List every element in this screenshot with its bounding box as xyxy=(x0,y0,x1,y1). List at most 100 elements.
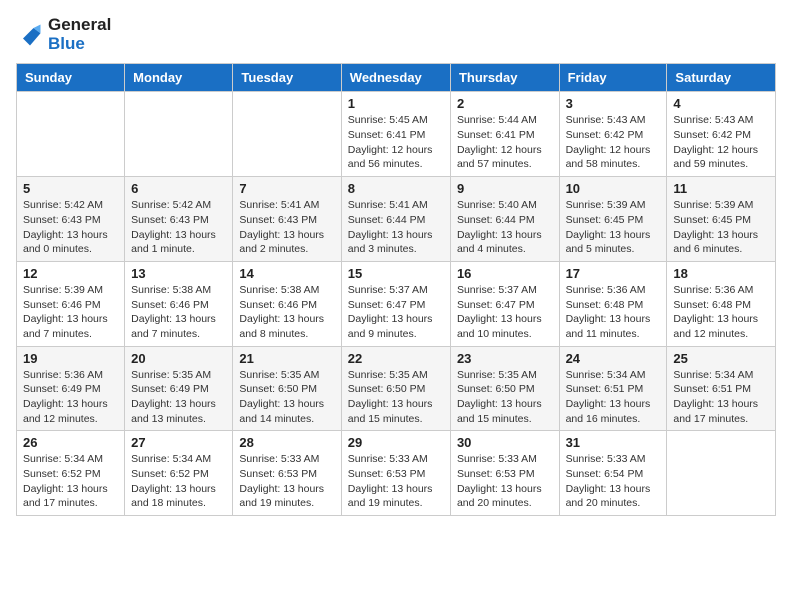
column-header-sunday: Sunday xyxy=(17,64,125,92)
day-info: Sunrise: 5:39 AM Sunset: 6:45 PM Dayligh… xyxy=(566,198,661,257)
calendar-week-row: 19 Sunrise: 5:36 AM Sunset: 6:49 PM Dayli… xyxy=(17,346,776,431)
calendar-week-row: 26 Sunrise: 5:34 AM Sunset: 6:52 PM Dayli… xyxy=(17,431,776,516)
day-number: 26 xyxy=(23,435,118,450)
calendar-header-row: SundayMondayTuesdayWednesdayThursdayFrid… xyxy=(17,64,776,92)
day-info: Sunrise: 5:42 AM Sunset: 6:43 PM Dayligh… xyxy=(23,198,118,257)
calendar-cell: 22 Sunrise: 5:35 AM Sunset: 6:50 PM Dayli… xyxy=(341,346,450,431)
calendar-cell: 3 Sunrise: 5:43 AM Sunset: 6:42 PM Daylig… xyxy=(559,92,667,177)
day-info: Sunrise: 5:42 AM Sunset: 6:43 PM Dayligh… xyxy=(131,198,226,257)
day-info: Sunrise: 5:33 AM Sunset: 6:54 PM Dayligh… xyxy=(566,452,661,511)
day-info: Sunrise: 5:37 AM Sunset: 6:47 PM Dayligh… xyxy=(348,283,444,342)
day-info: Sunrise: 5:33 AM Sunset: 6:53 PM Dayligh… xyxy=(457,452,553,511)
day-number: 20 xyxy=(131,351,226,366)
calendar-cell: 28 Sunrise: 5:33 AM Sunset: 6:53 PM Dayli… xyxy=(233,431,341,516)
day-info: Sunrise: 5:34 AM Sunset: 6:51 PM Dayligh… xyxy=(566,368,661,427)
day-number: 12 xyxy=(23,266,118,281)
calendar-cell: 21Sunrise: 5:35 AM Sunset: 6:50 PM Dayli… xyxy=(233,346,341,431)
calendar-week-row: 12 Sunrise: 5:39 AM Sunset: 6:46 PM Dayli… xyxy=(17,261,776,346)
day-info: Sunrise: 5:43 AM Sunset: 6:42 PM Dayligh… xyxy=(673,113,769,172)
calendar-cell xyxy=(17,92,125,177)
day-number: 25 xyxy=(673,351,769,366)
day-number: 28 xyxy=(239,435,334,450)
day-info: Sunrise: 5:36 AM Sunset: 6:48 PM Dayligh… xyxy=(673,283,769,342)
calendar-cell xyxy=(233,92,341,177)
calendar-cell: 18Sunrise: 5:36 AM Sunset: 6:48 PM Dayli… xyxy=(667,261,776,346)
calendar-week-row: 1 Sunrise: 5:45 AM Sunset: 6:41 PM Daylig… xyxy=(17,92,776,177)
day-info: Sunrise: 5:36 AM Sunset: 6:49 PM Dayligh… xyxy=(23,368,118,427)
calendar-cell: 7 Sunrise: 5:41 AM Sunset: 6:43 PM Daylig… xyxy=(233,177,341,262)
calendar-cell: 29 Sunrise: 5:33 AM Sunset: 6:53 PM Dayli… xyxy=(341,431,450,516)
day-number: 31 xyxy=(566,435,661,450)
calendar-cell: 16 Sunrise: 5:37 AM Sunset: 6:47 PM Dayli… xyxy=(450,261,559,346)
calendar-cell: 9 Sunrise: 5:40 AM Sunset: 6:44 PM Daylig… xyxy=(450,177,559,262)
calendar-cell xyxy=(667,431,776,516)
calendar-cell: 25 Sunrise: 5:34 AM Sunset: 6:51 PM Dayli… xyxy=(667,346,776,431)
calendar-cell: 14Sunrise: 5:38 AM Sunset: 6:46 PM Dayli… xyxy=(233,261,341,346)
day-info: Sunrise: 5:45 AM Sunset: 6:41 PM Dayligh… xyxy=(348,113,444,172)
day-number: 21 xyxy=(239,351,334,366)
calendar-cell: 15Sunrise: 5:37 AM Sunset: 6:47 PM Dayli… xyxy=(341,261,450,346)
day-number: 4 xyxy=(673,96,769,111)
logo: General Blue xyxy=(16,16,111,53)
logo-text: General Blue xyxy=(48,16,111,53)
column-header-saturday: Saturday xyxy=(667,64,776,92)
day-info: Sunrise: 5:39 AM Sunset: 6:46 PM Dayligh… xyxy=(23,283,118,342)
day-number: 1 xyxy=(348,96,444,111)
calendar-cell: 20 Sunrise: 5:35 AM Sunset: 6:49 PM Dayli… xyxy=(125,346,233,431)
day-number: 27 xyxy=(131,435,226,450)
column-header-monday: Monday xyxy=(125,64,233,92)
day-number: 8 xyxy=(348,181,444,196)
day-info: Sunrise: 5:35 AM Sunset: 6:50 PM Dayligh… xyxy=(457,368,553,427)
day-number: 7 xyxy=(239,181,334,196)
day-number: 19 xyxy=(23,351,118,366)
day-info: Sunrise: 5:34 AM Sunset: 6:51 PM Dayligh… xyxy=(673,368,769,427)
day-number: 5 xyxy=(23,181,118,196)
calendar-cell xyxy=(125,92,233,177)
day-info: Sunrise: 5:38 AM Sunset: 6:46 PM Dayligh… xyxy=(131,283,226,342)
calendar-cell: 2 Sunrise: 5:44 AM Sunset: 6:41 PM Daylig… xyxy=(450,92,559,177)
calendar-cell: 11Sunrise: 5:39 AM Sunset: 6:45 PM Dayli… xyxy=(667,177,776,262)
day-number: 30 xyxy=(457,435,553,450)
day-info: Sunrise: 5:34 AM Sunset: 6:52 PM Dayligh… xyxy=(23,452,118,511)
calendar-cell: 27Sunrise: 5:34 AM Sunset: 6:52 PM Dayli… xyxy=(125,431,233,516)
calendar-cell: 31 Sunrise: 5:33 AM Sunset: 6:54 PM Dayli… xyxy=(559,431,667,516)
calendar-cell: 1 Sunrise: 5:45 AM Sunset: 6:41 PM Daylig… xyxy=(341,92,450,177)
day-number: 14 xyxy=(239,266,334,281)
column-header-tuesday: Tuesday xyxy=(233,64,341,92)
page-header: General Blue xyxy=(16,16,776,53)
column-header-thursday: Thursday xyxy=(450,64,559,92)
day-info: Sunrise: 5:41 AM Sunset: 6:44 PM Dayligh… xyxy=(348,198,444,257)
calendar-cell: 4 Sunrise: 5:43 AM Sunset: 6:42 PM Daylig… xyxy=(667,92,776,177)
calendar-cell: 12 Sunrise: 5:39 AM Sunset: 6:46 PM Dayli… xyxy=(17,261,125,346)
column-header-wednesday: Wednesday xyxy=(341,64,450,92)
day-number: 24 xyxy=(566,351,661,366)
calendar-cell: 23 Sunrise: 5:35 AM Sunset: 6:50 PM Dayli… xyxy=(450,346,559,431)
calendar-cell: 24 Sunrise: 5:34 AM Sunset: 6:51 PM Dayli… xyxy=(559,346,667,431)
day-number: 13 xyxy=(131,266,226,281)
day-number: 29 xyxy=(348,435,444,450)
day-info: Sunrise: 5:33 AM Sunset: 6:53 PM Dayligh… xyxy=(348,452,444,511)
calendar-cell: 19 Sunrise: 5:36 AM Sunset: 6:49 PM Dayli… xyxy=(17,346,125,431)
calendar-cell: 30 Sunrise: 5:33 AM Sunset: 6:53 PM Dayli… xyxy=(450,431,559,516)
day-number: 23 xyxy=(457,351,553,366)
day-info: Sunrise: 5:35 AM Sunset: 6:50 PM Dayligh… xyxy=(348,368,444,427)
day-number: 9 xyxy=(457,181,553,196)
day-number: 10 xyxy=(566,181,661,196)
day-number: 22 xyxy=(348,351,444,366)
day-number: 2 xyxy=(457,96,553,111)
day-info: Sunrise: 5:40 AM Sunset: 6:44 PM Dayligh… xyxy=(457,198,553,257)
logo-icon xyxy=(16,21,44,49)
day-info: Sunrise: 5:43 AM Sunset: 6:42 PM Dayligh… xyxy=(566,113,661,172)
day-info: Sunrise: 5:37 AM Sunset: 6:47 PM Dayligh… xyxy=(457,283,553,342)
column-header-friday: Friday xyxy=(559,64,667,92)
calendar-cell: 10 Sunrise: 5:39 AM Sunset: 6:45 PM Dayli… xyxy=(559,177,667,262)
day-info: Sunrise: 5:44 AM Sunset: 6:41 PM Dayligh… xyxy=(457,113,553,172)
day-number: 3 xyxy=(566,96,661,111)
day-info: Sunrise: 5:33 AM Sunset: 6:53 PM Dayligh… xyxy=(239,452,334,511)
day-info: Sunrise: 5:35 AM Sunset: 6:49 PM Dayligh… xyxy=(131,368,226,427)
day-number: 17 xyxy=(566,266,661,281)
day-number: 11 xyxy=(673,181,769,196)
day-info: Sunrise: 5:41 AM Sunset: 6:43 PM Dayligh… xyxy=(239,198,334,257)
day-number: 16 xyxy=(457,266,553,281)
calendar-cell: 17Sunrise: 5:36 AM Sunset: 6:48 PM Dayli… xyxy=(559,261,667,346)
